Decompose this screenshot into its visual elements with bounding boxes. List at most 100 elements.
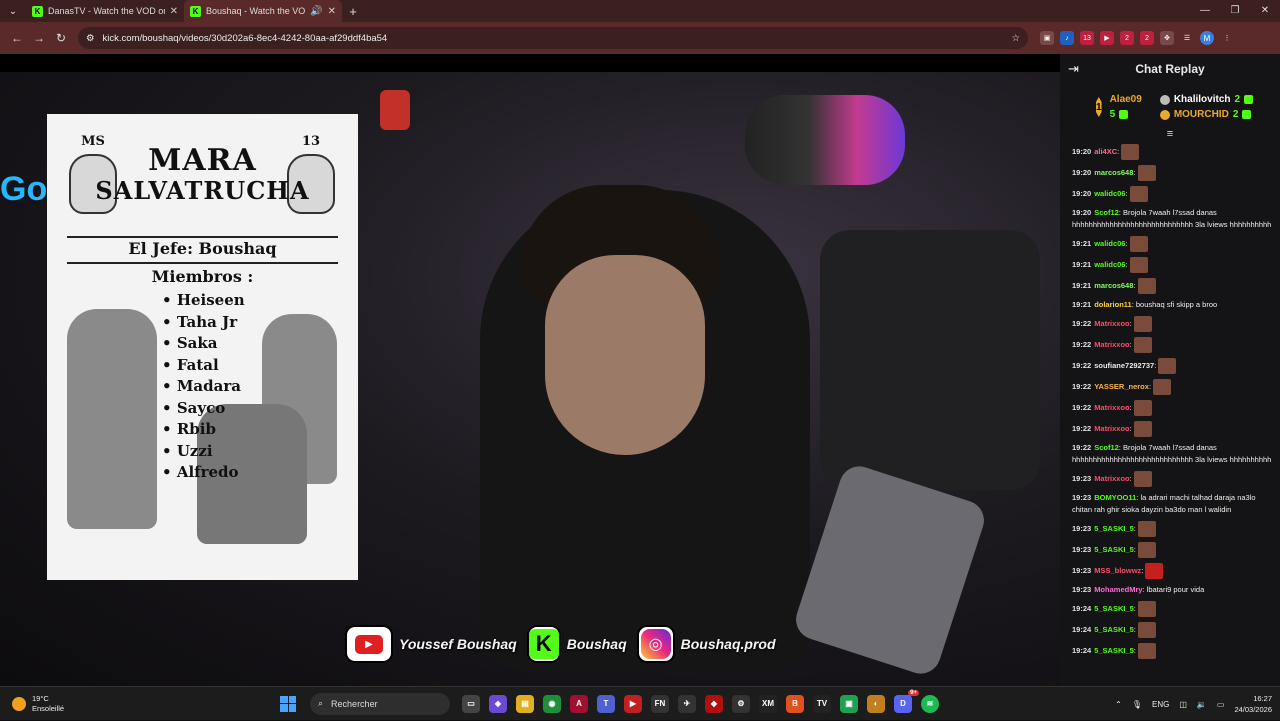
app-icon[interactable]: A — [570, 694, 588, 713]
message-timestamp: 19:20 — [1072, 167, 1092, 177]
message-username[interactable]: 5_SASKI_5 — [1094, 625, 1134, 634]
copilot-icon[interactable]: ◈ — [489, 694, 507, 713]
volume-icon[interactable]: 🔉 — [1197, 700, 1207, 709]
gang-figure-left — [67, 309, 157, 529]
expand-leaderboard-icon[interactable]: ≡ — [1060, 129, 1280, 142]
message-username[interactable]: 5_SASKI_5 — [1094, 646, 1134, 655]
message-username[interactable]: Matrixxoo — [1094, 340, 1129, 349]
weather-widget[interactable]: 19°C Ensoleillé — [0, 694, 280, 714]
tradingview-icon[interactable]: TV — [813, 694, 831, 713]
member-item: Uzzi — [162, 441, 245, 463]
message-timestamp: 19:22 — [1072, 423, 1092, 433]
message-timestamp: 19:24 — [1072, 603, 1092, 613]
chat-message: 19:22 Matrixxoo: — [1072, 400, 1272, 416]
leader-row[interactable]: MOURCHID 2 — [1159, 109, 1253, 120]
back-icon[interactable]: ← — [6, 31, 28, 45]
maximize-icon[interactable]: ❐ — [1220, 0, 1250, 22]
chat-message: 19:23 BOMYOO11: la adrari machi talhad da… — [1072, 492, 1272, 516]
tab-danastv[interactable]: K DanasTV - Watch the VOD on K ✕ — [26, 0, 184, 22]
message-username[interactable]: Matrixxoo — [1094, 319, 1129, 328]
app-icon[interactable]: ⚙ — [732, 694, 750, 713]
message-username[interactable]: 5_SASKI_5 — [1094, 524, 1134, 533]
message-username[interactable]: marcos648 — [1094, 168, 1133, 177]
leader-row[interactable]: Khalilovitch 2 — [1159, 94, 1254, 105]
chrome-icon[interactable]: ◉ — [543, 694, 561, 713]
puzzle-icon[interactable]: ✥ — [1160, 31, 1174, 45]
taskbar-search[interactable]: ⌕ Rechercher — [310, 692, 450, 715]
menu-kebab-icon[interactable]: ⋮ — [1220, 31, 1234, 45]
youtube-app-icon[interactable]: ▶ — [624, 694, 642, 713]
message-username[interactable]: Matrixxoo — [1094, 424, 1129, 433]
profile-avatar[interactable]: M — [1200, 31, 1214, 45]
reload-icon[interactable]: ↻ — [50, 31, 72, 45]
message-username[interactable]: soufiane7292737 — [1094, 361, 1154, 370]
message-username[interactable]: YASSER_nerox — [1094, 382, 1149, 391]
audio-icon[interactable]: 🔊 — [310, 6, 322, 17]
message-username[interactable]: marcos648 — [1094, 281, 1133, 290]
message-username[interactable]: Scof12 — [1094, 443, 1119, 452]
message-username[interactable]: 5_SASKI_5 — [1094, 604, 1134, 613]
tab-boushaq[interactable]: K Boushaq - Watch the VOD o 🔊 ✕ — [184, 0, 342, 22]
poster-jefe: El Jefe: Boushaq — [128, 239, 277, 258]
emote-icon — [1137, 521, 1156, 537]
close-tab-icon[interactable]: ✕ — [328, 6, 336, 17]
app-icon[interactable]: ▣ — [840, 694, 858, 713]
message-username[interactable]: Matrixxoo — [1094, 403, 1129, 412]
emote-icon — [1133, 421, 1152, 437]
message-timestamp: 19:23 — [1072, 544, 1092, 554]
minimize-icon[interactable]: — — [1190, 0, 1220, 22]
reading-list-icon[interactable]: ☰ — [1180, 31, 1194, 45]
message-username[interactable]: MohamedMry — [1094, 585, 1142, 594]
extension-icon[interactable]: ♪ — [1060, 31, 1074, 45]
divider — [67, 236, 338, 238]
message-username[interactable]: walidc06 — [1094, 239, 1125, 248]
message-username[interactable]: dolarion11 — [1094, 300, 1132, 309]
close-window-icon[interactable]: ✕ — [1250, 0, 1280, 22]
extension-icon[interactable]: ▶ — [1100, 31, 1114, 45]
extension-badge-icon[interactable]: 2 — [1120, 31, 1134, 45]
extension-badge-icon[interactable]: 13 — [1080, 31, 1094, 45]
address-bar[interactable]: ⚙ kick.com/boushaq/videos/30d202a6-8ec4-… — [78, 27, 1028, 49]
leader-first[interactable]: Alae09 5 — [1110, 94, 1142, 120]
fn-icon[interactable]: FN — [651, 694, 669, 713]
collapse-chat-icon[interactable]: ⇥ — [1068, 61, 1088, 77]
file-explorer-icon[interactable]: ▤ — [516, 694, 534, 713]
message-username[interactable]: ali4XC — [1094, 147, 1117, 156]
message-username[interactable]: BOMYOO11 — [1094, 493, 1136, 502]
message-timestamp: 19:24 — [1072, 624, 1092, 634]
message-username[interactable]: walidc06 — [1094, 189, 1125, 198]
message-text: lbatari9 pour vida — [1146, 585, 1205, 594]
forward-icon[interactable]: → — [28, 31, 50, 45]
discord-icon[interactable]: D 9+ — [894, 689, 919, 713]
site-info-icon[interactable]: ⚙ — [86, 33, 95, 44]
microphone-icon[interactable]: 🎙 — [1132, 700, 1142, 709]
extension-badge-icon[interactable]: 2 — [1140, 31, 1154, 45]
app-icon[interactable]: ◐ — [867, 694, 885, 713]
chevron-up-icon[interactable]: ⌃ — [1115, 700, 1122, 709]
windows-start-icon[interactable] — [280, 695, 296, 712]
tab-search-icon[interactable]: ⌄ — [0, 0, 26, 22]
chat-header: ⇥ Chat Replay — [1060, 54, 1280, 84]
chat-messages: 19:20 ali4XC: 19:20 marcos648: 19:20 walidc… — [1072, 144, 1272, 664]
network-icon[interactable]: ◫ — [1179, 700, 1187, 709]
spotify-icon[interactable]: ≋ — [921, 694, 939, 713]
teams-icon[interactable]: T — [597, 694, 615, 713]
message-username[interactable]: MSS_blowwz — [1094, 566, 1141, 575]
brave-icon[interactable]: B — [786, 694, 804, 713]
extension-icon[interactable]: ▣ — [1040, 31, 1054, 45]
xm-icon[interactable]: XM — [759, 694, 777, 713]
clock[interactable]: 16:27 24/03/2026 — [1234, 693, 1272, 715]
message-username[interactable]: walidc06 — [1094, 260, 1125, 269]
task-view-icon[interactable]: ▭ — [462, 694, 480, 713]
language-indicator[interactable]: ENG — [1152, 700, 1169, 709]
new-tab-button[interactable]: + — [342, 4, 364, 19]
app-icon[interactable]: ✈ — [678, 694, 696, 713]
app-icon[interactable]: ◆ — [705, 694, 723, 713]
message-username[interactable]: Matrixxoo — [1094, 474, 1129, 483]
message-timestamp: 19:21 — [1072, 280, 1092, 290]
message-username[interactable]: 5_SASKI_5 — [1094, 545, 1134, 554]
battery-icon[interactable]: ▭ — [1217, 700, 1225, 709]
message-username[interactable]: Scof12 — [1094, 208, 1119, 217]
bookmark-star-icon[interactable]: ☆ — [1011, 33, 1020, 44]
close-tab-icon[interactable]: ✕ — [170, 6, 178, 17]
